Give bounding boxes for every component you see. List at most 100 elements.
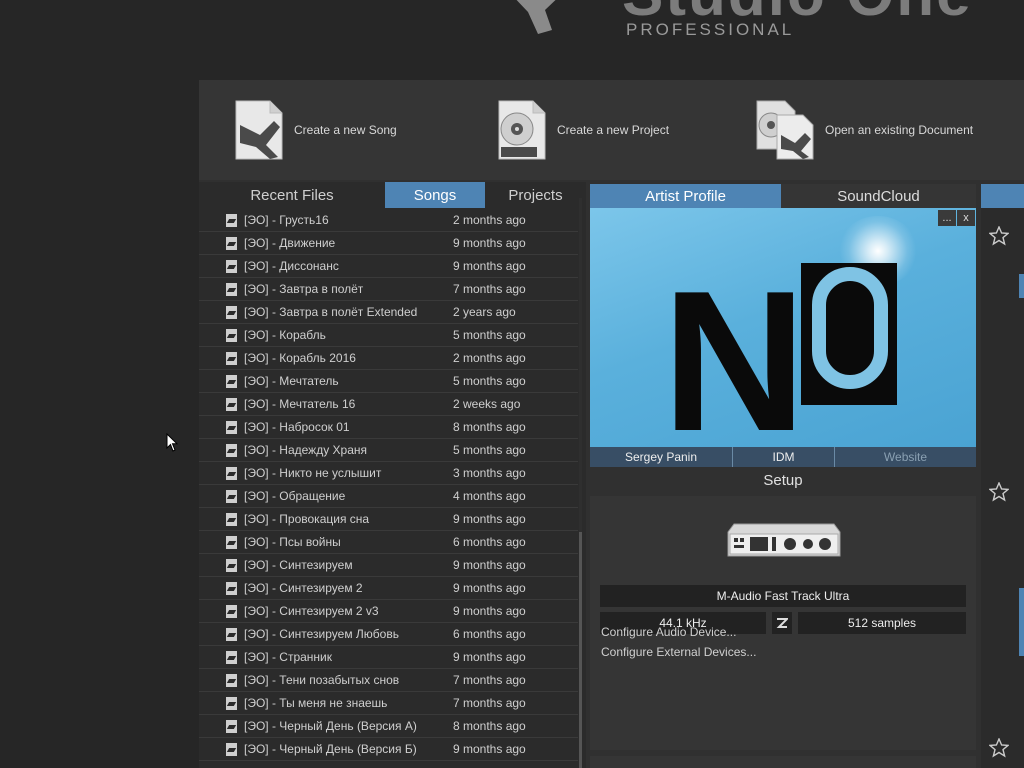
song-file-icon (226, 582, 237, 595)
artist-image-letter-o (801, 263, 897, 405)
song-file-row[interactable]: [ЭО] - Провокация сна 9 months ago (199, 508, 578, 531)
song-file-row[interactable]: [ЭО] - Синтезируем 2 v3 9 months ago (199, 600, 578, 623)
song-file-row[interactable]: [ЭО] - Завтра в полёт Extended 2 years ag… (199, 301, 578, 324)
song-file-name: [ЭО] - Синтезируем Любовь (244, 627, 399, 641)
song-file-row[interactable]: [ЭО] - Завтра в полёт 7 months ago (199, 278, 578, 301)
song-file-name: [ЭО] - Провокация сна (244, 512, 370, 526)
song-file-modified: 9 months ago (453, 259, 526, 273)
song-file-icon (226, 697, 237, 710)
song-file-row[interactable]: [ЭО] - Корабль 2016 2 months ago (199, 347, 578, 370)
song-file-icon (226, 375, 237, 388)
song-file-name: [ЭО] - Странник (244, 650, 333, 664)
song-file-modified: 6 months ago (453, 627, 526, 641)
song-file-list: [ЭО] - Грусть16 2 months ago [ЭО] - Движен… (199, 209, 580, 768)
project-document-icon (498, 100, 546, 160)
create-new-project-button[interactable]: Create a new Project (497, 98, 669, 162)
song-file-row[interactable]: [ЭО] - Ты меня не знаешь 7 months ago (199, 692, 578, 715)
song-file-name: [ЭО] - Завтра в полёт Extended (244, 305, 418, 319)
song-file-icon (226, 444, 237, 457)
song-file-row[interactable]: [ЭО] - Псы войны 6 months ago (199, 531, 578, 554)
favorite-star-icon[interactable] (989, 482, 1009, 502)
song-file-row[interactable]: [ЭО] - Движение 9 months ago (199, 232, 578, 255)
tab-recent-files[interactable]: Recent Files (199, 182, 385, 208)
song-file-icon (226, 490, 237, 503)
song-file-icon (226, 651, 237, 664)
song-file-row[interactable]: [ЭО] - Надежду Храня 5 months ago (199, 439, 578, 462)
profile-close-button[interactable]: x (957, 210, 975, 226)
song-file-modified: 7 months ago (453, 696, 526, 710)
artist-info-bar: Sergey Panin IDM Website (590, 447, 976, 467)
artist-genre-link[interactable]: IDM (733, 447, 835, 467)
song-file-icon (226, 306, 237, 319)
create-new-song-label: Create a new Song (294, 123, 397, 137)
tab-songs[interactable]: Songs (385, 182, 485, 208)
song-document-icon (235, 100, 283, 160)
tab-soundcloud[interactable]: SoundCloud (781, 184, 976, 208)
tab-artist-profile[interactable]: Artist Profile (590, 184, 781, 208)
song-file-icon (226, 628, 237, 641)
favorite-star-icon[interactable] (989, 738, 1009, 758)
configure-audio-device-link-text[interactable]: Configure Audio Device... (601, 625, 736, 639)
song-file-row[interactable]: [ЭО] - Мечтатель 16 2 weeks ago (199, 393, 578, 416)
song-file-row[interactable]: [ЭО] - Грусть16 2 months ago (199, 209, 578, 232)
song-file-modified: 5 months ago (453, 328, 526, 342)
tab-projects[interactable]: Projects (485, 182, 586, 208)
create-new-project-label: Create a new Project (557, 123, 670, 137)
song-file-row[interactable]: [ЭО] - Никто не услышит 3 months ago (199, 462, 578, 485)
artist-name-link[interactable]: Sergey Panin (590, 447, 733, 467)
song-file-modified: 2 years ago (453, 305, 516, 319)
song-file-name: [ЭО] - Синтезируем 2 v3 (244, 604, 379, 618)
audio-device-selector[interactable]: M-Audio Fast Track Ultra (600, 585, 966, 607)
file-list-scrollbar-thumb[interactable] (579, 532, 582, 768)
start-page: Create a new Song Create a new Project O… (199, 80, 1024, 768)
song-file-icon (226, 260, 237, 273)
song-file-row[interactable]: [ЭО] - Синтезируем Любовь 6 months ago (199, 623, 578, 646)
song-file-row[interactable]: [ЭО] - Странник 9 months ago (199, 646, 578, 669)
song-file-modified: 2 months ago (453, 351, 526, 365)
create-new-song-button[interactable]: Create a new Song (234, 98, 397, 162)
recent-files-tabs: Recent Files Songs Projects (199, 182, 586, 208)
song-file-row[interactable]: [ЭО] - Обращение 4 months ago (199, 485, 578, 508)
song-file-icon (226, 513, 237, 526)
artist-profile-image: N ... x (590, 208, 976, 447)
song-file-row[interactable]: [ЭО] - Диссонанс 9 months ago (199, 255, 578, 278)
song-file-modified: 9 months ago (453, 742, 526, 756)
song-file-icon (226, 237, 237, 250)
open-existing-document-button[interactable]: Open an existing Document (755, 98, 973, 162)
open-document-icon (756, 100, 814, 160)
song-file-icon (226, 536, 237, 549)
link-settings-button[interactable] (772, 612, 792, 634)
open-existing-document-label: Open an existing Document (825, 123, 974, 137)
song-file-name: [ЭО] - Надежду Храня (244, 443, 368, 457)
song-file-row[interactable]: [ЭО] - Черный День (Версия Б) 9 months ag… (199, 738, 578, 761)
song-file-row[interactable]: [ЭО] - Синтезируем 2 9 months ago (199, 577, 578, 600)
artist-website-link[interactable]: Website (835, 447, 976, 467)
recent-files-panel: Recent Files Songs Projects [ЭО] - Груст… (199, 182, 586, 768)
song-file-row[interactable]: [ЭО] - Синтезируем 9 months ago (199, 554, 578, 577)
news-thumbnail (1019, 274, 1024, 298)
song-file-name: [ЭО] - Черный День (Версия Б) (244, 742, 417, 756)
song-file-name: [ЭО] - Диссонанс (244, 259, 339, 273)
song-file-name: [ЭО] - Никто не услышит (244, 466, 382, 480)
song-file-row[interactable]: [ЭО] - Набросок 01 8 months ago (199, 416, 578, 439)
favorite-star-icon[interactable] (989, 226, 1009, 246)
buffer-size-selector[interactable]: 512 samples (798, 612, 966, 634)
song-file-modified: 4 months ago (453, 489, 526, 503)
configure-external-devices-link[interactable]: Configure External Devices... (601, 645, 756, 659)
profile-more-button[interactable]: ... (938, 210, 956, 226)
song-file-row[interactable]: [ЭО] - Корабль 5 months ago (199, 324, 578, 347)
song-file-modified: 6 months ago (453, 535, 526, 549)
song-file-row[interactable]: [ЭО] - Мечтатель 5 months ago (199, 370, 578, 393)
song-file-name: [ЭО] - Псы войны (244, 535, 341, 549)
song-file-name: [ЭО] - Грусть16 (244, 213, 329, 227)
song-file-modified: 2 weeks ago (453, 397, 521, 411)
setup-title: Setup (763, 472, 803, 489)
song-file-modified: 9 months ago (453, 236, 526, 250)
setup-panel: M-Audio Fast Track Ultra 44.1 kHz 512 sa… (590, 496, 976, 750)
song-file-icon (226, 467, 237, 480)
song-file-icon (226, 720, 237, 733)
song-file-row[interactable]: [ЭО] - Тени позабытых снов 7 months ago (199, 669, 578, 692)
song-file-icon (226, 421, 237, 434)
song-file-row[interactable]: [ЭО] - Черный День (Версия А) 8 months ag… (199, 715, 578, 738)
tab-news[interactable] (981, 184, 1024, 208)
